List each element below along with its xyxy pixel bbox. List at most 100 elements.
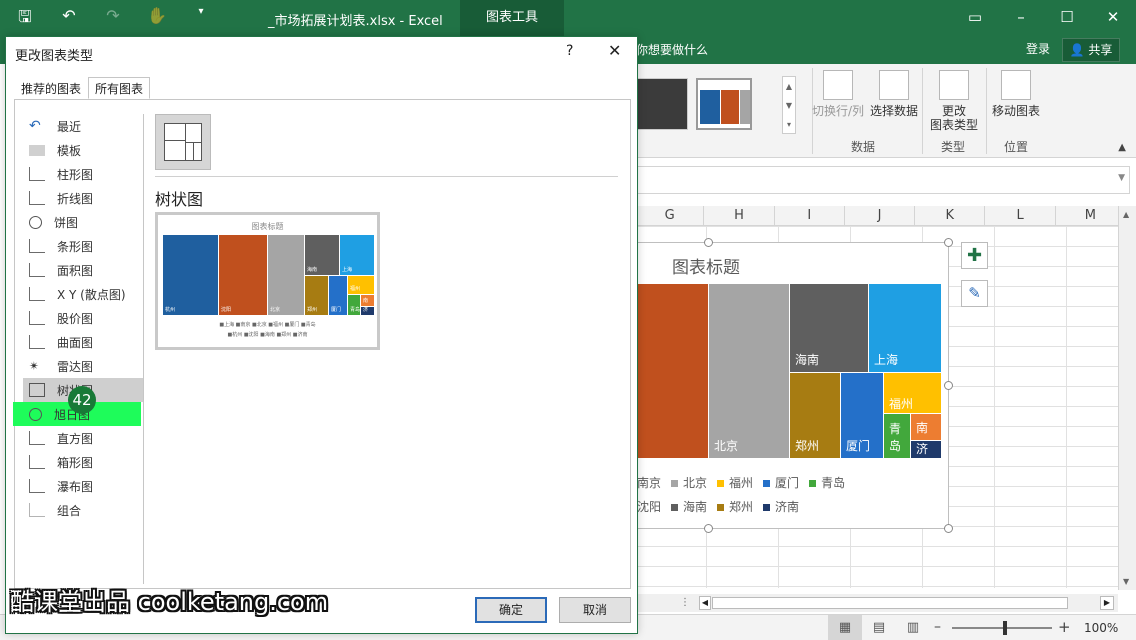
close-icon[interactable]: ✕ (608, 41, 621, 60)
scroll-left-icon[interactable]: ◀ (699, 596, 711, 610)
chart-preview[interactable]: 图表标题 杭州 沈阳 北京 海南 上海 郑州 厦门 福州 青岛 南 济 ■上海 … (155, 212, 380, 350)
zoom-slider-knob[interactable] (1003, 621, 1007, 635)
undo-icon[interactable]: ↶ (58, 6, 80, 33)
treemap-tile[interactable]: 上海 (869, 284, 941, 372)
preview-tile: 福州 (348, 276, 374, 294)
resize-handle[interactable] (704, 524, 713, 533)
switch-row-column-button[interactable]: 切换行/列 (810, 70, 866, 118)
column-header[interactable]: H (704, 206, 775, 225)
tell-me-search[interactable]: 你想要做什么 (636, 41, 708, 58)
help-icon[interactable]: ? (566, 43, 573, 59)
chart-type-item-waterfall[interactable]: 瀑布图 (23, 474, 143, 498)
treemap-tile[interactable]: 北京 (709, 284, 789, 458)
chart-type-item-scatter[interactable]: X Y (散点图) (23, 282, 143, 306)
vertical-scrollbar[interactable]: ▲ ▼ (1118, 206, 1136, 590)
chart-legend-row[interactable]: 南京 北京 福州 厦门 青岛 (637, 474, 845, 491)
chart-type-item-pie[interactable]: 饼图 (23, 210, 143, 234)
chart-type-item-box-whisker[interactable]: 箱形图 (23, 450, 143, 474)
normal-view-icon[interactable]: ▦ (828, 615, 862, 640)
tab-all-charts[interactable]: 所有图表 (88, 77, 151, 99)
chart-type-item-column[interactable]: 柱形图 (23, 162, 143, 186)
column-header[interactable]: J (845, 206, 916, 225)
resize-handle[interactable] (944, 524, 953, 533)
group-label-data: 数据 (851, 140, 876, 154)
change-chart-type-button[interactable]: 更改 图表类型 (926, 70, 982, 132)
formula-bar[interactable]: ▼ (636, 166, 1130, 194)
zoom-in-icon[interactable]: + (1058, 618, 1071, 636)
chart-elements-plus-icon[interactable]: ✚ (961, 242, 988, 269)
zoom-out-icon[interactable]: – (934, 619, 941, 635)
chart-type-item-surface[interactable]: 曲面图 (23, 330, 143, 354)
column-header[interactable]: K (915, 206, 986, 225)
bar-chart-icon (29, 239, 45, 253)
sign-in-link[interactable]: 登录 (1026, 40, 1050, 57)
chart-type-item-recent[interactable]: ↶ 最近 (23, 114, 143, 138)
column-header[interactable]: G (636, 206, 705, 225)
chart-title[interactable]: 图表标题 (672, 253, 740, 278)
share-button[interactable]: 👤 共享 (1062, 38, 1120, 62)
chart-type-item-line[interactable]: 折线图 (23, 186, 143, 210)
treemap-tile[interactable]: 海南 (790, 284, 868, 372)
treemap-tile[interactable]: 厦门 (841, 373, 883, 458)
treemap-subtype-thumbnail[interactable] (155, 114, 211, 170)
save-icon[interactable]: 🖫 (14, 6, 36, 33)
redo-icon[interactable]: ↷ (102, 6, 124, 33)
view-switcher: ▦ ▤ ▥ (828, 615, 930, 640)
cancel-button[interactable]: 取消 (559, 597, 631, 623)
treemap-tile[interactable]: 南 (911, 414, 941, 440)
close-window-icon[interactable]: ✕ (1090, 0, 1136, 36)
histogram-chart-icon (29, 431, 45, 445)
chart-style-thumb-light[interactable] (696, 78, 752, 130)
change-chart-type-icon (939, 70, 969, 100)
chart-type-item-stock[interactable]: 股价图 (23, 306, 143, 330)
chart-type-item-radar[interactable]: ✴ 雷达图 (23, 354, 143, 378)
horizontal-scroll-thumb[interactable] (712, 597, 1068, 609)
chart-type-item-combo[interactable]: 组合 (23, 498, 143, 522)
chart-style-thumb-dark[interactable] (636, 78, 688, 130)
sheet-options-icon[interactable]: ⋮ (680, 597, 690, 608)
page-layout-view-icon[interactable]: ▤ (862, 615, 896, 640)
touch-mode-icon[interactable]: ✋ (146, 6, 168, 33)
treemap-tile[interactable]: 福州 (884, 373, 941, 413)
minimize-icon[interactable]: – (998, 0, 1044, 36)
chart-type-item-histogram[interactable]: 直方图 (23, 426, 143, 450)
zoom-level[interactable]: 100% (1084, 621, 1118, 635)
treemap-tile[interactable]: 济 (911, 441, 941, 458)
zoom-slider[interactable] (952, 627, 1052, 629)
column-header[interactable]: I (775, 206, 845, 225)
tab-recommended-charts[interactable]: 推荐的图表 (14, 77, 88, 99)
column-header[interactable]: M (1056, 206, 1127, 225)
chart-type-item-bar[interactable]: 条形图 (23, 234, 143, 258)
chart-type-item-area[interactable]: 面积图 (23, 258, 143, 282)
resize-handle[interactable] (944, 381, 953, 390)
window-title: _市场拓展计划表.xlsx - Excel (268, 14, 443, 29)
page-break-view-icon[interactable]: ▥ (896, 615, 930, 640)
treemap-tile[interactable]: 青岛 (884, 414, 910, 458)
expand-formula-icon[interactable]: ▼ (1118, 173, 1125, 183)
watermark: 酷课堂出品 coolketang.com (10, 588, 329, 616)
scroll-up-icon[interactable]: ▲ (1123, 210, 1129, 219)
customize-qat-icon[interactable]: ▾ (190, 6, 212, 33)
collapse-ribbon-icon[interactable]: ▲ (1118, 142, 1126, 153)
ok-button[interactable]: 确定 (475, 597, 547, 623)
ribbon-separator (922, 68, 923, 154)
ribbon-display-icon[interactable]: ▭ (952, 0, 998, 36)
scroll-down-icon[interactable]: ▼ (1123, 577, 1129, 586)
treemap-chart[interactable]: 图表标题 北京 海南 上海 郑州 厦门 福州 青岛 南 济 南京 北京 福州 厦… (636, 242, 949, 529)
chart-type-item-templates[interactable]: 模板 (23, 138, 143, 162)
move-chart-button[interactable]: 移动图表 (990, 70, 1042, 118)
resize-handle[interactable] (704, 238, 713, 247)
chart-legend-row[interactable]: 沈阳 海南 郑州 济南 (637, 498, 799, 515)
resize-handle[interactable] (944, 238, 953, 247)
treemap-tile[interactable] (637, 284, 708, 458)
scroll-right-icon[interactable]: ▶ (1100, 596, 1114, 610)
maximize-icon[interactable]: ☐ (1044, 0, 1090, 36)
preview-tile: 沈阳 (219, 235, 267, 315)
chart-styles-brush-icon[interactable]: ✎ (961, 280, 988, 307)
chart-styles-gallery[interactable]: ▲ ▼ ▾ (636, 70, 796, 134)
gallery-scroll[interactable]: ▲ ▼ ▾ (782, 76, 796, 134)
column-header[interactable]: L (985, 206, 1056, 225)
treemap-tile[interactable]: 郑州 (790, 373, 840, 458)
select-data-button[interactable]: 选择数据 (868, 70, 920, 118)
preview-chart-title: 图表标题 (251, 222, 284, 231)
